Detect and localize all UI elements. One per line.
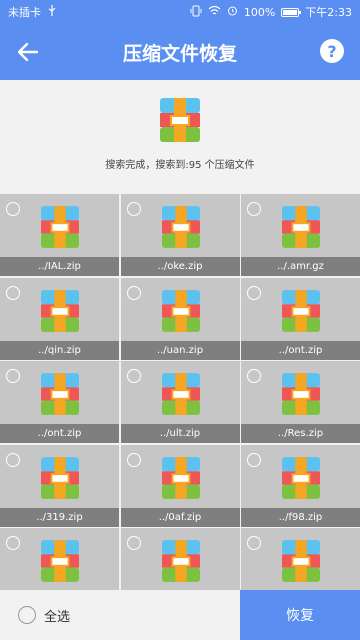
file-tile[interactable]: ../319.zip (0, 444, 119, 527)
file-select-radio[interactable] (247, 369, 261, 383)
archive-icon (160, 98, 200, 142)
archive-icon (41, 540, 79, 586)
select-all-label: 全选 (44, 609, 71, 625)
file-tile[interactable]: ../0af.zip (120, 444, 240, 527)
archive-icon (41, 373, 79, 419)
file-tile[interactable]: ../ont.zip (0, 361, 119, 443)
file-grid: ../IAL.zip ../oke.zip ../.amr.gz ../qin.zip… (0, 194, 360, 590)
summary-text: 搜索完成，搜索到:95 个压缩文件 (105, 160, 255, 171)
archive-icon (282, 456, 320, 503)
arrow-left-icon (18, 43, 38, 61)
usb-icon (47, 4, 57, 20)
clock-time: 下午2:33 (305, 6, 352, 19)
file-tile[interactable] (0, 528, 119, 590)
archive-icon (41, 206, 79, 252)
file-name: ../.amr.gz (241, 257, 360, 276)
file-name: ../IAL.zip (0, 257, 119, 276)
file-name: ../ont.zip (241, 340, 360, 360)
file-name: ../Res.zip (241, 424, 360, 443)
app-bar: 压缩文件恢复 ? (0, 24, 360, 80)
archive-icon (161, 456, 200, 503)
archive-icon (282, 540, 320, 586)
battery-percent: 100% (243, 5, 276, 19)
select-all-radio[interactable] (18, 606, 36, 624)
archive-icon (41, 289, 79, 336)
battery-icon (281, 7, 302, 17)
file-tile[interactable]: ../uan.zip (120, 277, 240, 360)
page-title: 压缩文件恢复 (122, 42, 237, 65)
file-tile[interactable]: ../ult.zip (120, 361, 240, 443)
file-select-radio[interactable] (126, 452, 141, 467)
archive-icon (41, 456, 79, 503)
file-select-radio[interactable] (247, 285, 261, 300)
archive-icon (161, 540, 200, 586)
file-tile[interactable]: ../.amr.gz (241, 194, 360, 276)
status-bar: 未插卡 100% 下午2:33 (0, 0, 360, 24)
file-select-radio[interactable] (126, 536, 141, 550)
archive-icon (161, 373, 200, 419)
file-name: ../ult.zip (120, 424, 240, 443)
file-tile[interactable]: ../Res.zip (241, 361, 360, 443)
file-name: ../uan.zip (120, 340, 240, 360)
file-tile[interactable] (241, 528, 360, 590)
file-tile[interactable]: ../oke.zip (120, 194, 240, 276)
file-select-radio[interactable] (6, 536, 20, 550)
file-select-radio[interactable] (6, 369, 20, 383)
file-select-radio[interactable] (247, 202, 261, 216)
file-name: ../319.zip (0, 507, 119, 527)
file-tile[interactable]: ../IAL.zip (0, 194, 119, 276)
file-name: ../f98.zip (241, 507, 360, 527)
file-select-radio[interactable] (247, 536, 261, 550)
search-summary: 搜索完成，搜索到:95 个压缩文件 (0, 80, 360, 194)
file-tile[interactable]: ../qin.zip (0, 277, 119, 360)
file-tile[interactable]: ../f98.zip (241, 444, 360, 527)
archive-icon (282, 373, 320, 419)
file-name: ../qin.zip (0, 340, 119, 360)
file-select-radio[interactable] (6, 452, 20, 467)
file-tile[interactable]: ../ont.zip (241, 277, 360, 360)
archive-icon (282, 289, 320, 336)
file-name: ../0af.zip (120, 507, 240, 527)
back-button[interactable] (14, 38, 42, 66)
question-icon: ? (327, 41, 337, 61)
file-select-radio[interactable] (126, 369, 141, 383)
archive-icon (161, 289, 200, 336)
file-select-radio[interactable] (6, 202, 20, 216)
file-select-radio[interactable] (247, 452, 261, 467)
file-select-radio[interactable] (126, 202, 141, 216)
alarm-icon (227, 5, 238, 19)
file-tile[interactable] (120, 528, 240, 590)
file-name: ../oke.zip (120, 257, 240, 276)
wifi-icon (208, 5, 221, 19)
bottom-bar: 全选 恢复 (0, 590, 360, 640)
file-select-radio[interactable] (126, 285, 141, 300)
select-all-toggle[interactable]: 全选 (0, 590, 240, 640)
archive-icon (282, 206, 320, 252)
recover-button[interactable]: 恢复 (240, 590, 360, 640)
archive-icon (161, 206, 200, 252)
help-button[interactable]: ? (320, 39, 344, 63)
file-select-radio[interactable] (6, 285, 20, 300)
carrier-label: 未插卡 (8, 6, 41, 19)
vibrate-icon (190, 5, 202, 20)
file-name: ../ont.zip (0, 424, 119, 443)
